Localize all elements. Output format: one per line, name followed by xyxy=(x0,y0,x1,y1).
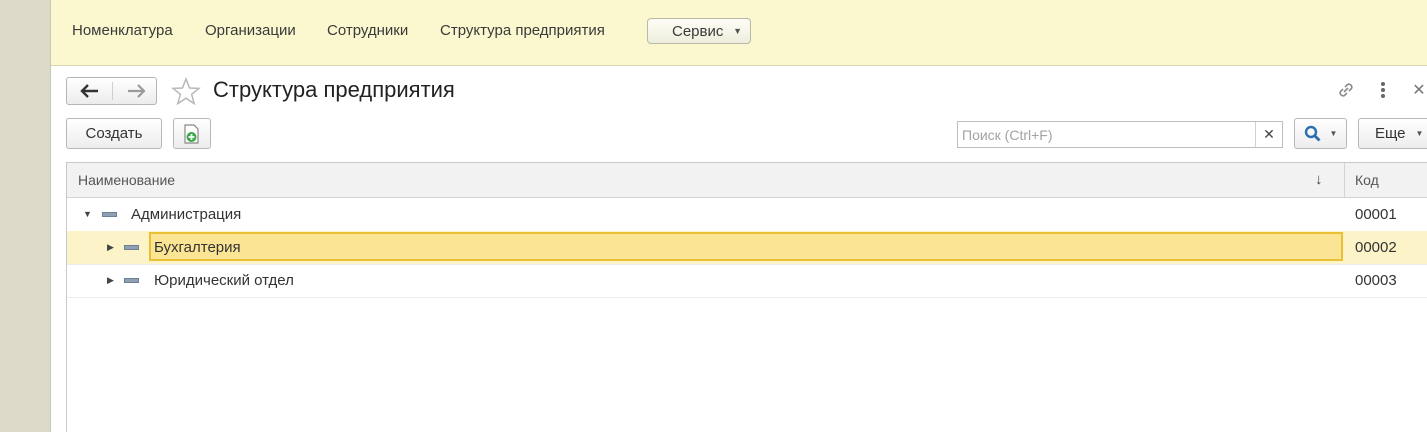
row-name: Бухгалтерия xyxy=(154,239,241,256)
table-row[interactable]: ▼ Администрация 00001 xyxy=(67,198,1427,232)
search-box: ✕ xyxy=(957,121,1283,148)
page-title: Структура предприятия xyxy=(213,77,455,102)
nav-item-nomenclature[interactable]: Номенклатура xyxy=(72,22,173,39)
table-row[interactable]: ▶ Юридический отдел 00003 xyxy=(67,264,1427,298)
arrow-left-icon xyxy=(79,84,98,98)
more-actions-label: Еще xyxy=(1375,125,1406,142)
forward-button[interactable] xyxy=(113,78,158,104)
arrow-right-icon xyxy=(127,84,146,98)
add-document-icon xyxy=(184,123,199,144)
form-window: Структура предприятия ✕ Создать ✕ ▼ Еще … xyxy=(51,66,1427,432)
row-code: 00001 xyxy=(1355,206,1397,223)
magnifier-icon xyxy=(1304,125,1321,141)
top-navigation-bar: Номенклатура Организации Сотрудники Стру… xyxy=(51,0,1427,66)
collapsed-triangle-icon[interactable]: ▶ xyxy=(107,275,114,286)
column-header-code[interactable]: Код xyxy=(1355,172,1379,188)
more-actions-button[interactable]: Еще ▼ xyxy=(1358,118,1427,149)
collapsed-triangle-icon[interactable]: ▶ xyxy=(107,242,114,253)
column-divider xyxy=(1344,163,1345,197)
close-icon[interactable]: ✕ xyxy=(1410,78,1427,102)
row-code: 00003 xyxy=(1355,272,1397,289)
column-header-name[interactable]: Наименование xyxy=(78,172,175,188)
nav-item-employees[interactable]: Сотрудники xyxy=(327,22,408,39)
more-vertical-icon[interactable] xyxy=(1371,78,1395,102)
history-navigation xyxy=(66,77,157,105)
clear-search-icon[interactable]: ✕ xyxy=(1255,122,1282,147)
structure-tree-table: Наименование ↓ Код ▼ Администрация 00001… xyxy=(66,162,1427,432)
group-node-icon xyxy=(124,245,139,250)
group-node-icon xyxy=(102,212,117,217)
table-row[interactable]: ▶ Бухгалтерия 00002 xyxy=(67,231,1427,265)
selected-cell[interactable] xyxy=(149,232,1343,261)
service-menu-button[interactable]: Сервис ▼ xyxy=(647,18,751,44)
table-header: Наименование ↓ Код xyxy=(67,163,1427,198)
chevron-down-icon: ▼ xyxy=(1329,129,1338,138)
row-name: Администрация xyxy=(131,206,242,223)
favorite-star-icon[interactable] xyxy=(170,76,202,107)
expanded-triangle-icon[interactable]: ▼ xyxy=(83,209,92,219)
group-node-icon xyxy=(124,278,139,283)
link-icon[interactable] xyxy=(1334,78,1358,102)
add-document-button[interactable] xyxy=(173,118,211,149)
nav-item-organizations[interactable]: Организации xyxy=(205,22,296,39)
row-name: Юридический отдел xyxy=(154,272,294,289)
create-button[interactable]: Создать xyxy=(66,118,162,149)
service-menu-label: Сервис xyxy=(672,23,724,40)
sort-descending-icon: ↓ xyxy=(1315,171,1323,188)
chevron-down-icon: ▼ xyxy=(1415,129,1424,138)
back-button[interactable] xyxy=(67,78,112,104)
chevron-down-icon: ▼ xyxy=(733,26,742,36)
row-code: 00002 xyxy=(1355,239,1397,256)
left-panel-strip xyxy=(0,0,51,432)
search-input[interactable] xyxy=(960,124,1256,145)
nav-item-enterprise-structure[interactable]: Структура предприятия xyxy=(440,22,605,39)
search-button[interactable]: ▼ xyxy=(1294,118,1347,149)
